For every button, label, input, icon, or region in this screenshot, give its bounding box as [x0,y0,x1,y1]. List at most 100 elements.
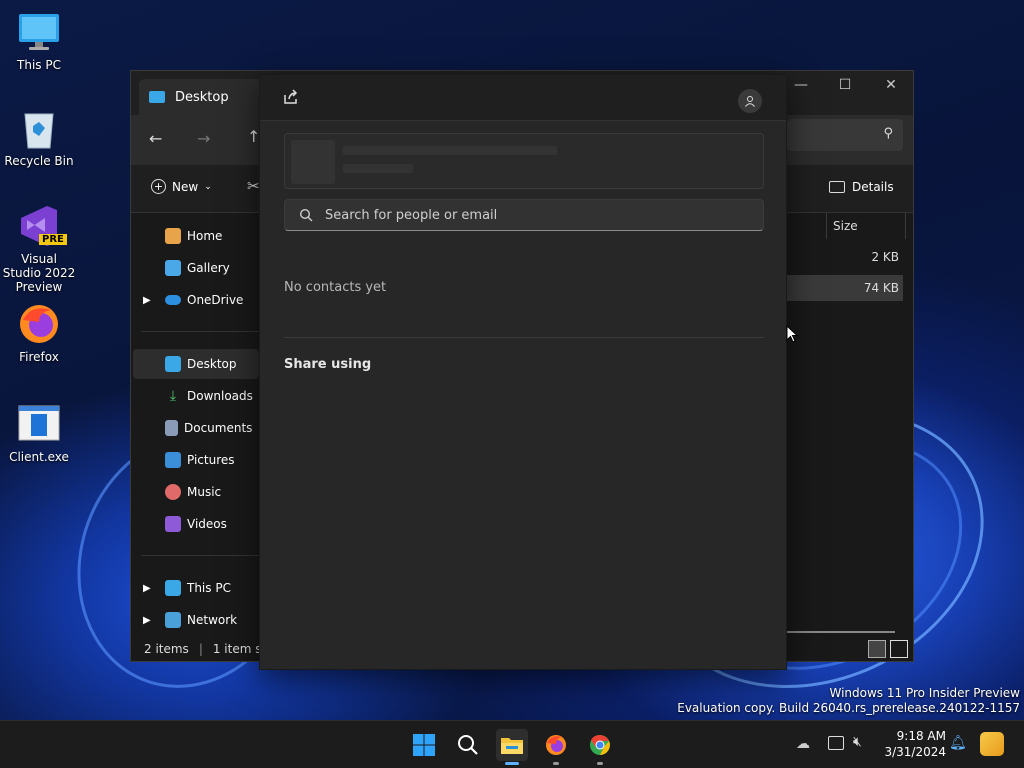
sidebar-item-desktop[interactable]: Desktop [133,349,259,379]
close-button[interactable]: ✕ [871,77,911,93]
tab-desktop[interactable]: Desktop [139,79,269,115]
firefox-icon [17,302,61,346]
plus-circle-icon: + [151,179,166,194]
music-icon [165,484,181,500]
details-button[interactable]: Details [829,180,894,194]
sidebar-item-label: Videos [187,517,227,531]
scissors-icon[interactable]: ✂ [247,177,260,195]
sidebar-item-label: Pictures [187,453,235,467]
details-view-icon[interactable] [868,640,886,658]
no-contacts-text: No contacts yet [284,280,387,295]
application-icon [17,402,61,446]
sidebar-item-pictures[interactable]: Pictures [133,445,259,475]
notification-bell-icon[interactable]: 🔔︎ [949,735,967,751]
document-icon [165,420,178,436]
status-separator: | [198,642,203,656]
firefox-icon[interactable] [540,729,572,765]
desktop-icon-visual-studio[interactable]: PRE Visual Studio 2022 Preview [1,204,77,294]
monitor-icon [17,10,61,54]
search-icon: ⚲ [883,126,893,141]
file-explorer-icon[interactable] [496,729,528,765]
size-column-label: Size [833,219,858,233]
monitor-icon [165,580,181,596]
desktop-folder-icon [149,91,165,103]
recycle-bin-icon [17,106,61,150]
thumbnail-placeholder [291,140,335,184]
download-icon: ⤓ [169,388,177,404]
sidebar-item-network[interactable]: ▶ Network [133,605,259,635]
sidebar-item-label: Desktop [187,357,237,371]
pictures-icon [165,452,181,468]
title-placeholder [343,146,557,155]
file-row[interactable]: 2 KB [787,243,903,271]
desktop-icon-recycle-bin[interactable]: Recycle Bin [1,106,77,168]
file-size: 74 KB [863,281,899,295]
mouse-cursor-icon [786,324,799,343]
clock[interactable]: 9:18 AM 3/31/2024 [874,728,946,760]
sidebar-item-home[interactable]: Home [133,221,259,251]
chevron-right-icon: ▶ [143,582,151,594]
details-pane-icon [829,181,845,193]
running-app-indicator [553,762,559,765]
gallery-icon [165,260,181,276]
minimize-button[interactable]: — [781,77,821,93]
watermark-line2: Evaluation copy. Build 26040.rs_prerelea… [677,701,1020,715]
clock-date: 3/31/2024 [884,745,946,759]
share-icon[interactable] [282,88,300,106]
share-dialog-header [260,75,786,121]
start-icon[interactable] [408,729,440,761]
desktop-icon-firefox[interactable]: Firefox [1,302,77,364]
horizontal-scrollbar[interactable] [787,631,895,633]
desktop-icon-label: Client.exe [9,450,69,464]
back-arrow-icon[interactable]: ← [149,129,162,148]
sidebar-item-label: OneDrive [187,293,244,307]
sidebar-item-label: Network [187,613,238,627]
file-row[interactable]: 74 KB [787,275,903,301]
sidebar-item-label: Music [187,485,222,499]
desktop-icon-label: Firefox [19,350,59,364]
share-using-heading: Share using [284,357,372,372]
subtitle-placeholder [343,164,413,173]
desktop-icon-label: Recycle Bin [4,154,74,168]
people-search-box[interactable] [284,199,764,231]
sidebar-item-videos[interactable]: Videos [133,509,259,539]
search-box[interactable]: ⚲ [787,119,903,151]
column-header-size[interactable]: Size [826,213,906,239]
section-divider [284,337,764,338]
sidebar-item-this-pc[interactable]: ▶ This PC [133,573,259,603]
sidebar-item-music[interactable]: Music [133,477,259,507]
new-button[interactable]: + New ⌄ [151,179,212,194]
network-icon[interactable] [828,736,844,750]
running-app-indicator [597,762,603,765]
videos-icon [165,516,181,532]
copilot-preview-icon[interactable] [980,732,1004,756]
maximize-button[interactable]: ☐ [825,77,865,93]
sidebar-item-label: This PC [187,581,231,595]
home-icon [165,228,181,244]
account-icon[interactable] [738,89,762,113]
sidebar-item-label: Downloads [187,389,253,403]
pre-badge: PRE [39,234,67,245]
sidebar-item-onedrive[interactable]: ▶ OneDrive [133,285,259,315]
desktop-icon-client-exe[interactable]: Client.exe [1,402,77,464]
desktop-icon-this-pc[interactable]: This PC [1,10,77,72]
active-app-indicator [505,762,519,765]
volume-muted-icon[interactable]: 🔇︎ [853,734,862,750]
sidebar-item-downloads[interactable]: ⤓ Downloads [133,381,259,411]
chevron-right-icon: ▶ [143,614,151,626]
search-icon[interactable] [452,729,484,761]
forward-arrow-icon[interactable]: → [197,129,210,148]
sidebar-item-gallery[interactable]: Gallery [133,253,259,283]
onedrive-offline-icon[interactable]: ☁ [796,736,810,752]
sidebar-item-documents[interactable]: Documents [133,413,259,443]
details-label: Details [852,180,894,194]
sidebar-item-label: Documents [184,421,253,435]
desktop-icon-label: This PC [17,58,61,72]
people-search-input[interactable] [325,207,745,223]
chevron-right-icon: ▶ [143,294,151,306]
visual-studio-icon: PRE [17,204,67,248]
desktop-folder-icon [165,356,181,372]
sidebar-divider [141,331,259,332]
chrome-icon[interactable] [584,729,616,765]
tiles-view-icon[interactable] [890,640,908,658]
